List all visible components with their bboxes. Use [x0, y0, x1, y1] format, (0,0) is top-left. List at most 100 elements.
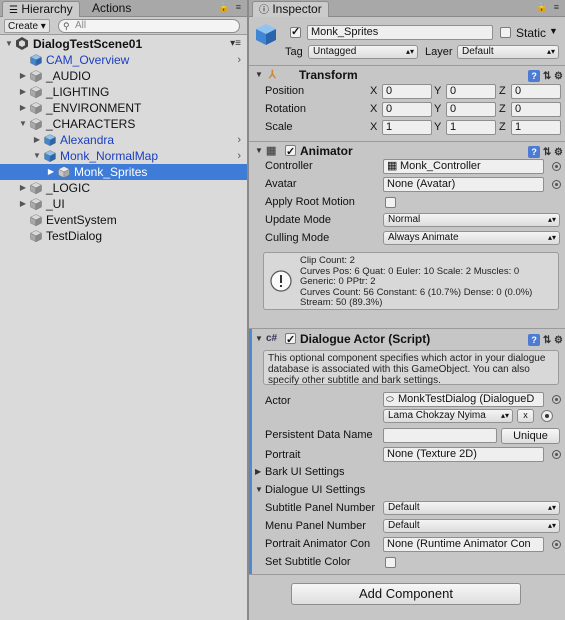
- search-input[interactable]: ⚲ All: [58, 19, 240, 33]
- axis-label[interactable]: X: [370, 121, 377, 133]
- hierarchy-item[interactable]: TestDialog: [0, 228, 247, 244]
- object-picker-icon[interactable]: [552, 450, 561, 459]
- panel-menu-icon[interactable]: 🔒 ≡: [218, 2, 243, 13]
- object-name-field[interactable]: Monk_Sprites: [307, 25, 493, 40]
- bark-ui-foldout[interactable]: Bark UI Settings: [265, 466, 344, 478]
- transform-y-field[interactable]: 0: [446, 84, 496, 99]
- axis-label[interactable]: Y: [434, 103, 441, 115]
- axis-label[interactable]: Z: [499, 103, 506, 115]
- transform-z-field[interactable]: 0: [511, 102, 561, 117]
- subtitle-color-checkbox[interactable]: [385, 557, 396, 568]
- portrait-animator-field[interactable]: None (Runtime Animator Con: [383, 537, 544, 552]
- update-mode-dropdown[interactable]: Normal ▴▾: [383, 213, 560, 227]
- axis-label[interactable]: Y: [434, 85, 441, 97]
- static-dropdown-icon[interactable]: ▼: [549, 26, 558, 36]
- gear-icon[interactable]: ⚙: [554, 71, 563, 82]
- tab-inspector[interactable]: ⓘ Inspector: [252, 1, 329, 17]
- clear-actor-button[interactable]: x: [517, 409, 534, 423]
- fold-arrow-icon[interactable]: ▼: [255, 66, 263, 84]
- expand-arrow-icon[interactable]: ▶: [18, 68, 28, 84]
- tab-actions[interactable]: Actions: [86, 1, 137, 17]
- culling-mode-dropdown[interactable]: Always Animate ▴▾: [383, 231, 560, 245]
- tab-hierarchy[interactable]: ☰ Hierarchy: [2, 1, 80, 17]
- dialogue-actor-header[interactable]: ▼ c# Dialogue Actor (Script) ? ⇅ ⚙: [249, 330, 565, 349]
- prefab-chevron-icon[interactable]: ›: [237, 148, 241, 164]
- help-icon[interactable]: ?: [528, 146, 541, 158]
- fold-arrow-icon[interactable]: ▼: [255, 330, 263, 348]
- transform-y-field[interactable]: 1: [446, 120, 496, 135]
- gear-icon[interactable]: ⚙: [554, 147, 563, 158]
- layer-dropdown[interactable]: Default ▴▾: [457, 45, 559, 59]
- hierarchy-item[interactable]: ▶ _LOGIC: [0, 180, 247, 196]
- fold-arrow-icon[interactable]: ▼: [255, 142, 263, 160]
- transform-z-field[interactable]: 0: [511, 84, 561, 99]
- prefab-chevron-icon[interactable]: ›: [237, 52, 241, 68]
- scene-menu-icon[interactable]: ▾≡: [230, 36, 241, 52]
- preset-icon[interactable]: ⇅: [543, 335, 551, 346]
- expand-arrow-icon[interactable]: ▼: [32, 148, 42, 164]
- dialogue-actor-enabled-checkbox[interactable]: [285, 331, 296, 349]
- prefab-chevron-icon[interactable]: ›: [237, 132, 241, 148]
- axis-label[interactable]: Y: [434, 121, 441, 133]
- expand-arrow-icon[interactable]: ▶: [18, 180, 28, 196]
- scene-row[interactable]: ▼ DialogTestScene01 ▾≡: [0, 36, 247, 52]
- axis-label[interactable]: Z: [499, 121, 506, 133]
- dialogue-ui-fold-icon[interactable]: ▼: [255, 485, 263, 494]
- portrait-field[interactable]: None (Texture 2D): [383, 447, 544, 462]
- add-component-button[interactable]: Add Component: [291, 583, 521, 605]
- root-motion-checkbox[interactable]: [385, 197, 396, 208]
- object-picker-icon[interactable]: [552, 540, 561, 549]
- hierarchy-item[interactable]: ▶ Alexandra ›: [0, 132, 247, 148]
- transform-x-field[interactable]: 0: [382, 84, 432, 99]
- controller-field[interactable]: ▦ Monk_Controller: [383, 159, 544, 174]
- axis-label[interactable]: Z: [499, 85, 506, 97]
- avatar-field[interactable]: None (Avatar): [383, 177, 544, 192]
- actor-radio-button[interactable]: [541, 410, 553, 422]
- animator-enabled-checkbox[interactable]: [285, 143, 296, 161]
- expand-arrow-icon[interactable]: ▶: [18, 84, 28, 100]
- static-checkbox[interactable]: [500, 27, 511, 38]
- hierarchy-item[interactable]: ▼ _CHARACTERS: [0, 116, 247, 132]
- subtitle-panel-dropdown[interactable]: Default ▴▾: [383, 501, 560, 515]
- transform-y-field[interactable]: 0: [446, 102, 496, 117]
- actor-database-field[interactable]: ⬭ MonkTestDialog (DialogueD: [383, 392, 544, 407]
- help-icon[interactable]: ?: [528, 70, 541, 82]
- expand-arrow-icon[interactable]: ▶: [32, 132, 42, 148]
- panel-menu-icon[interactable]: 🔒 ≡: [536, 2, 561, 13]
- object-active-checkbox[interactable]: [290, 25, 301, 38]
- unique-button[interactable]: Unique: [501, 428, 560, 444]
- transform-x-field[interactable]: 0: [382, 102, 432, 117]
- hierarchy-item[interactable]: ▶ _LIGHTING: [0, 84, 247, 100]
- expand-arrow-icon[interactable]: ▶: [46, 164, 56, 180]
- axis-label[interactable]: X: [370, 85, 377, 97]
- transform-x-field[interactable]: 1: [382, 120, 432, 135]
- object-picker-icon[interactable]: [552, 162, 561, 171]
- hierarchy-item[interactable]: CAM_Overview ›: [0, 52, 247, 68]
- transform-header[interactable]: ▼ ⅄ Transform ? ⇅ ⚙: [249, 66, 565, 84]
- expand-arrow-icon[interactable]: ▼: [18, 116, 28, 132]
- actor-name-dropdown[interactable]: Lama Chokzay Nyima ▴▾: [383, 409, 513, 423]
- animator-header[interactable]: ▼ ▦ Animator ? ⇅ ⚙: [249, 142, 565, 161]
- create-button[interactable]: Create ▾: [4, 19, 50, 33]
- dialogue-ui-foldout[interactable]: Dialogue UI Settings: [265, 484, 365, 496]
- tag-dropdown[interactable]: Untagged ▴▾: [308, 45, 418, 59]
- preset-icon[interactable]: ⇅: [543, 71, 551, 82]
- hierarchy-item[interactable]: ▼ Monk_NormalMap ›: [0, 148, 247, 164]
- persistent-data-field[interactable]: [383, 428, 497, 443]
- scene-expand-arrow[interactable]: ▼: [4, 36, 14, 52]
- gear-icon[interactable]: ⚙: [554, 335, 563, 346]
- expand-arrow-icon[interactable]: ▶: [18, 196, 28, 212]
- hierarchy-item[interactable]: ▶ _UI: [0, 196, 247, 212]
- menu-panel-dropdown[interactable]: Default ▴▾: [383, 519, 560, 533]
- object-picker-icon[interactable]: [552, 395, 561, 404]
- transform-z-field[interactable]: 1: [511, 120, 561, 135]
- expand-arrow-icon[interactable]: ▶: [18, 100, 28, 116]
- object-picker-icon[interactable]: [552, 180, 561, 189]
- help-icon[interactable]: ?: [528, 334, 541, 346]
- bark-ui-fold-icon[interactable]: ▶: [255, 467, 261, 476]
- hierarchy-item[interactable]: ▶ _ENVIRONMENT: [0, 100, 247, 116]
- axis-label[interactable]: X: [370, 103, 377, 115]
- hierarchy-item[interactable]: EventSystem: [0, 212, 247, 228]
- hierarchy-item[interactable]: ▶ Monk_Sprites: [0, 164, 247, 180]
- hierarchy-item[interactable]: ▶ _AUDIO: [0, 68, 247, 84]
